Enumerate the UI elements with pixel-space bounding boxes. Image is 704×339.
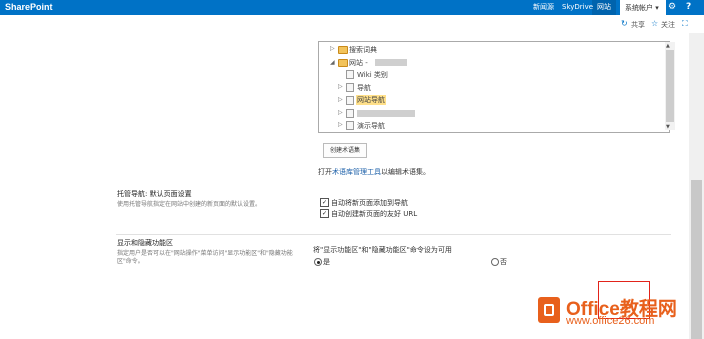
termset-icon	[346, 109, 354, 118]
termset-icon	[346, 70, 354, 79]
action-bar	[0, 15, 704, 33]
tree-item-label[interactable]: 网站 -	[349, 58, 368, 68]
tree-toggle-icon[interactable]: ▷	[338, 83, 343, 90]
help-icon[interactable]: ?	[686, 2, 691, 12]
gear-icon[interactable]: ⚙	[668, 2, 676, 12]
redacted-site-name	[375, 59, 407, 66]
ribbon-no-radio[interactable]	[491, 258, 499, 266]
office-logo-icon	[538, 297, 560, 323]
tree-item-label[interactable]: 搜索词典	[349, 45, 377, 55]
tree-item-label[interactable]: 演示导航	[357, 121, 385, 131]
tree-item-label[interactable]: 网站导航	[356, 95, 386, 105]
star-icon[interactable]: ☆	[651, 19, 658, 28]
tree-toggle-icon[interactable]: ▷	[330, 45, 335, 52]
nav-skydrive[interactable]: SkyDrive	[562, 0, 593, 15]
managed-nav-heading: 托管导航: 默认页面设置	[117, 190, 192, 198]
ribbon-yes-radio[interactable]	[314, 258, 322, 266]
termset-icon	[346, 96, 354, 105]
termset-icon	[346, 121, 354, 130]
ribbon-section-description-2: 区"命令。	[117, 258, 144, 265]
termstore-hint-suffix: 以编辑术语集。	[381, 168, 430, 176]
tree-item-label[interactable]: 导航	[357, 83, 371, 93]
managed-nav-description: 使用托管导航指定在网站中创建的新页面的默认设置。	[117, 201, 262, 208]
termgroup-icon	[338, 46, 348, 54]
share-button[interactable]: 共享	[631, 20, 645, 30]
tree-item-label[interactable]: Wiki 类别	[357, 70, 388, 80]
section-divider	[116, 234, 671, 235]
nav-sites[interactable]: 网站	[597, 0, 611, 15]
tree-toggle-icon[interactable]: ▷	[338, 96, 343, 103]
ribbon-yes-label: 是	[323, 258, 330, 266]
termset-icon	[346, 83, 354, 92]
ribbon-section-heading: 显示和隐藏功能区	[117, 239, 173, 247]
user-menu[interactable]: 系统帐户 ▾	[620, 0, 666, 15]
sync-icon[interactable]: ↻	[621, 19, 628, 28]
page-scrollbar-thumb[interactable]	[691, 180, 702, 339]
create-termset-button[interactable]: 创建术语集	[323, 143, 367, 158]
auto-add-nav-checkbox[interactable]: ✓	[320, 198, 329, 207]
termgroup-icon	[338, 59, 348, 67]
termstore-hint-prefix: 打开	[318, 168, 332, 176]
friendly-url-checkbox[interactable]: ✓	[320, 209, 329, 218]
ribbon-section-description-1: 指定用户是否可以在"网站操作"菜单访问"显示功能区"和"隐藏功能	[117, 250, 293, 257]
friendly-url-label: 自动创建新页面的友好 URL	[331, 210, 418, 218]
termstore-link[interactable]: 术语库管理工具	[332, 168, 381, 176]
focus-icon[interactable]: ⛶	[682, 19, 688, 29]
sharepoint-logo[interactable]: SharePoint	[5, 2, 53, 12]
tree-toggle-icon[interactable]: ◢	[330, 59, 335, 66]
redacted-termset-name	[357, 110, 415, 117]
tree-toggle-icon[interactable]: ▷	[338, 121, 343, 128]
watermark-url: www.office26.com	[566, 315, 655, 327]
nav-newsfeed[interactable]: 新闻源	[533, 0, 554, 15]
ribbon-commands-question: 将"显示功能区"和"隐藏功能区"命令设为可用	[313, 246, 452, 254]
tree-scrollbar-thumb[interactable]	[666, 50, 674, 122]
termstore-hint: 打开术语库管理工具以编辑术语集。	[318, 167, 430, 177]
tree-scroll-up-icon[interactable]: ▲	[666, 43, 670, 49]
tree-toggle-icon[interactable]: ▷	[338, 109, 343, 116]
auto-add-nav-label: 自动将新页面添加到导航	[331, 199, 408, 207]
user-menu-label: 系统帐户 ▾	[625, 4, 659, 12]
follow-button[interactable]: 关注	[661, 20, 675, 30]
tree-scroll-down-icon[interactable]: ▼	[666, 124, 670, 130]
ribbon-no-label: 否	[500, 258, 507, 266]
